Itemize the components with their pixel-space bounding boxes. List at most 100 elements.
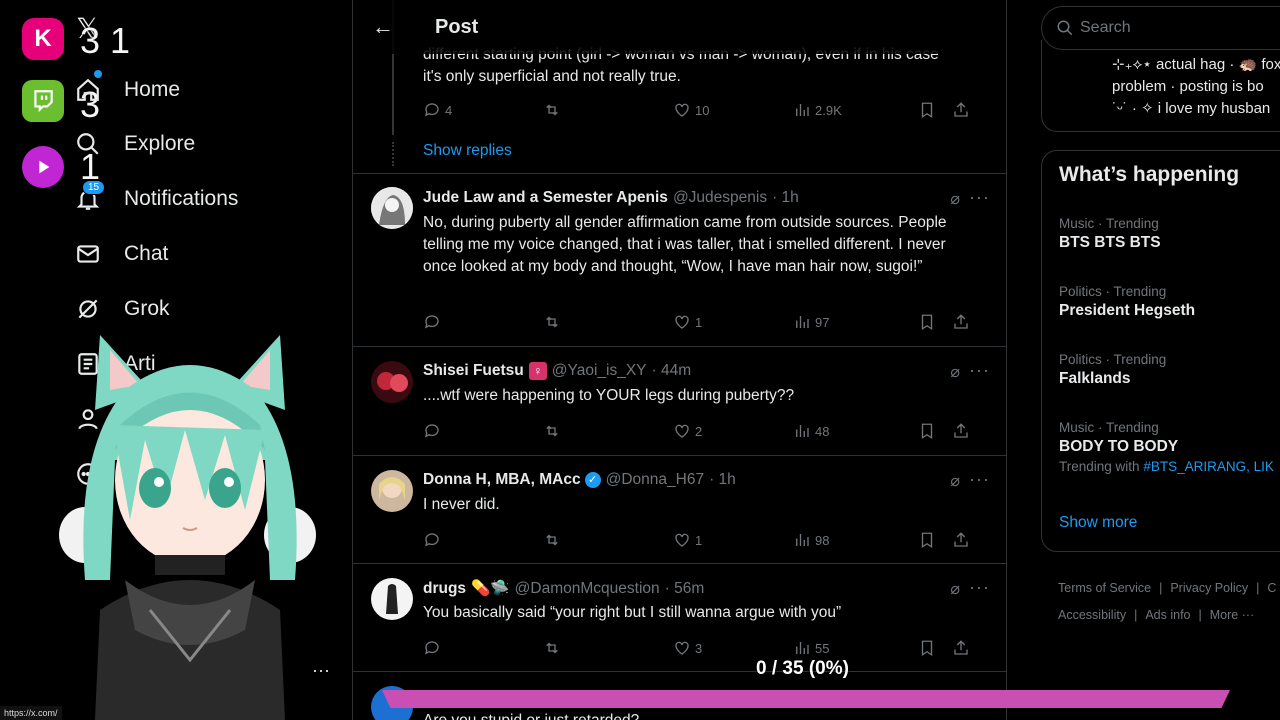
handle[interactable]: @Yaoi_is_XY (552, 362, 647, 380)
bookmark-button[interactable] (918, 101, 952, 119)
more-options-icon[interactable]: ··· (969, 360, 990, 381)
footer-link-more[interactable]: More ··· (1210, 608, 1254, 622)
reply-count: 4 (445, 102, 453, 118)
footer-separator: | (1159, 581, 1163, 595)
display-name[interactable]: Jude Law and a Semester Apenis (423, 189, 668, 207)
share-button[interactable] (952, 101, 974, 119)
timestamp[interactable]: · 1h (772, 189, 799, 207)
page-title: Post (435, 15, 479, 38)
display-name[interactable]: Shisei Fuetsu (423, 362, 524, 380)
reply-button[interactable] (423, 422, 543, 440)
handle[interactable]: @DamonMcquestion (515, 580, 660, 598)
nav-chat[interactable]: Chat (74, 234, 168, 274)
like-button[interactable]: 1 (673, 313, 793, 331)
repost-button[interactable] (543, 313, 673, 331)
bookmark-button[interactable] (918, 531, 952, 549)
repost-icon (546, 534, 558, 546)
bookmark-icon (921, 423, 933, 440)
footer-link-cookie[interactable]: C (1267, 581, 1276, 595)
nav-home[interactable]: Home (74, 70, 180, 110)
twitch-icon (22, 80, 64, 122)
grok-icon[interactable]: ⌀ (950, 471, 960, 491)
back-arrow-icon[interactable]: ← (355, 14, 411, 40)
reply-button[interactable] (423, 531, 543, 549)
repost-button[interactable] (543, 422, 673, 440)
like-button[interactable]: 1 (673, 531, 793, 549)
repost-icon (546, 425, 558, 437)
repost-button[interactable] (543, 101, 673, 119)
share-button[interactable] (952, 313, 974, 331)
show-replies-link[interactable]: Show replies (423, 142, 512, 160)
handle[interactable]: @Judespenis (673, 189, 767, 207)
avatar[interactable] (371, 361, 413, 403)
reply-button[interactable] (423, 639, 543, 657)
like-button[interactable]: 10 (673, 101, 793, 119)
tweet-actions: 1 97 (423, 310, 993, 334)
nav-grok[interactable]: Grok (74, 289, 170, 329)
previous-reply-actions: 4 10 2.9K (423, 98, 993, 122)
timestamp[interactable]: · 44m (652, 362, 692, 380)
more-options-icon[interactable]: ··· (969, 577, 990, 598)
avatar[interactable] (371, 187, 413, 229)
like-button[interactable]: 3 (673, 639, 793, 657)
footer-link-terms[interactable]: Terms of Service (1058, 581, 1151, 595)
views-button[interactable]: 2.9K (793, 101, 918, 119)
account-menu-icon[interactable]: ··· (312, 660, 330, 681)
views-button[interactable]: 97 (793, 313, 918, 331)
views-count: 98 (815, 532, 830, 548)
grok-icon[interactable]: ⌀ (950, 362, 960, 382)
reply-button[interactable]: 4 (423, 101, 543, 119)
views-button[interactable]: 55 (793, 639, 918, 657)
reply-tweet[interactable]: Donna H, MBA, MAcc ✓ @Donna_H67 · 1h ⌀ ·… (353, 455, 1006, 563)
footer-link-ads-info[interactable]: Ads info (1145, 608, 1190, 622)
status-bar-url: https://x.com/ (0, 706, 62, 720)
share-icon (954, 102, 968, 117)
bookmark-button[interactable] (918, 313, 952, 331)
reply-button[interactable] (423, 313, 543, 331)
footer-link-privacy[interactable]: Privacy Policy (1170, 581, 1248, 595)
display-name[interactable]: drugs (423, 580, 466, 598)
vtuber-avatar (59, 335, 316, 720)
trend-with-tag[interactable]: #BTS_ARIRANG, LIK (1143, 459, 1274, 474)
more-options-icon[interactable]: ··· (969, 187, 990, 208)
avatar[interactable] (371, 470, 413, 512)
handle[interactable]: @Donna_H67 (606, 471, 704, 489)
show-more-link[interactable]: Show more (1059, 514, 1137, 532)
trend-item[interactable]: Music · Trending BTS BTS BTS (1059, 216, 1280, 252)
reply-tweet[interactable]: Jude Law and a Semester Apenis @Judespen… (353, 173, 1006, 346)
trend-item[interactable]: Politics · Trending President Hegseth (1059, 284, 1280, 320)
views-icon (796, 104, 809, 116)
nav-grok-label: Grok (124, 297, 170, 320)
tweet-text: Are you stupid or just retarded? (423, 710, 983, 720)
reply-tweet[interactable]: Shisei Fuetsu ♀ @Yaoi_is_XY · 44m ⌀ ··· … (353, 346, 1006, 455)
views-button[interactable]: 98 (793, 531, 918, 549)
display-name[interactable]: Donna H, MBA, MAcc (423, 471, 581, 489)
avatar[interactable] (371, 578, 413, 620)
bookmark-button[interactable] (918, 422, 952, 440)
heart-icon (675, 533, 689, 547)
nav-explore[interactable]: Explore (74, 124, 195, 164)
more-options-icon[interactable]: ··· (969, 469, 990, 490)
views-button[interactable]: 48 (793, 422, 918, 440)
share-button[interactable] (952, 531, 974, 549)
trend-item[interactable]: Politics · Trending Falklands (1059, 352, 1280, 388)
search-input[interactable]: Search (1041, 6, 1280, 50)
grok-icon[interactable]: ⌀ (950, 189, 960, 209)
footer-link-accessibility[interactable]: Accessibility (1058, 608, 1126, 622)
share-button[interactable] (952, 639, 974, 657)
timestamp[interactable]: · 1h (709, 471, 736, 489)
views-icon (796, 316, 809, 328)
share-button[interactable] (952, 422, 974, 440)
bookmark-button[interactable] (918, 639, 952, 657)
repost-button[interactable] (543, 639, 673, 657)
heart-icon (675, 315, 689, 329)
heart-icon (675, 641, 689, 655)
repost-icon (546, 642, 558, 654)
timestamp[interactable]: · 56m (665, 580, 705, 598)
repost-button[interactable] (543, 531, 673, 549)
trend-item[interactable]: Music · Trending BODY TO BODY Trending w… (1059, 420, 1280, 474)
tweet-actions: 2 48 (423, 419, 993, 443)
reply-tweet[interactable]: drugs 💊🛸 @DamonMcquestion · 56m ⌀ ··· Yo… (353, 563, 1006, 671)
like-button[interactable]: 2 (673, 422, 793, 440)
grok-icon[interactable]: ⌀ (950, 579, 960, 599)
